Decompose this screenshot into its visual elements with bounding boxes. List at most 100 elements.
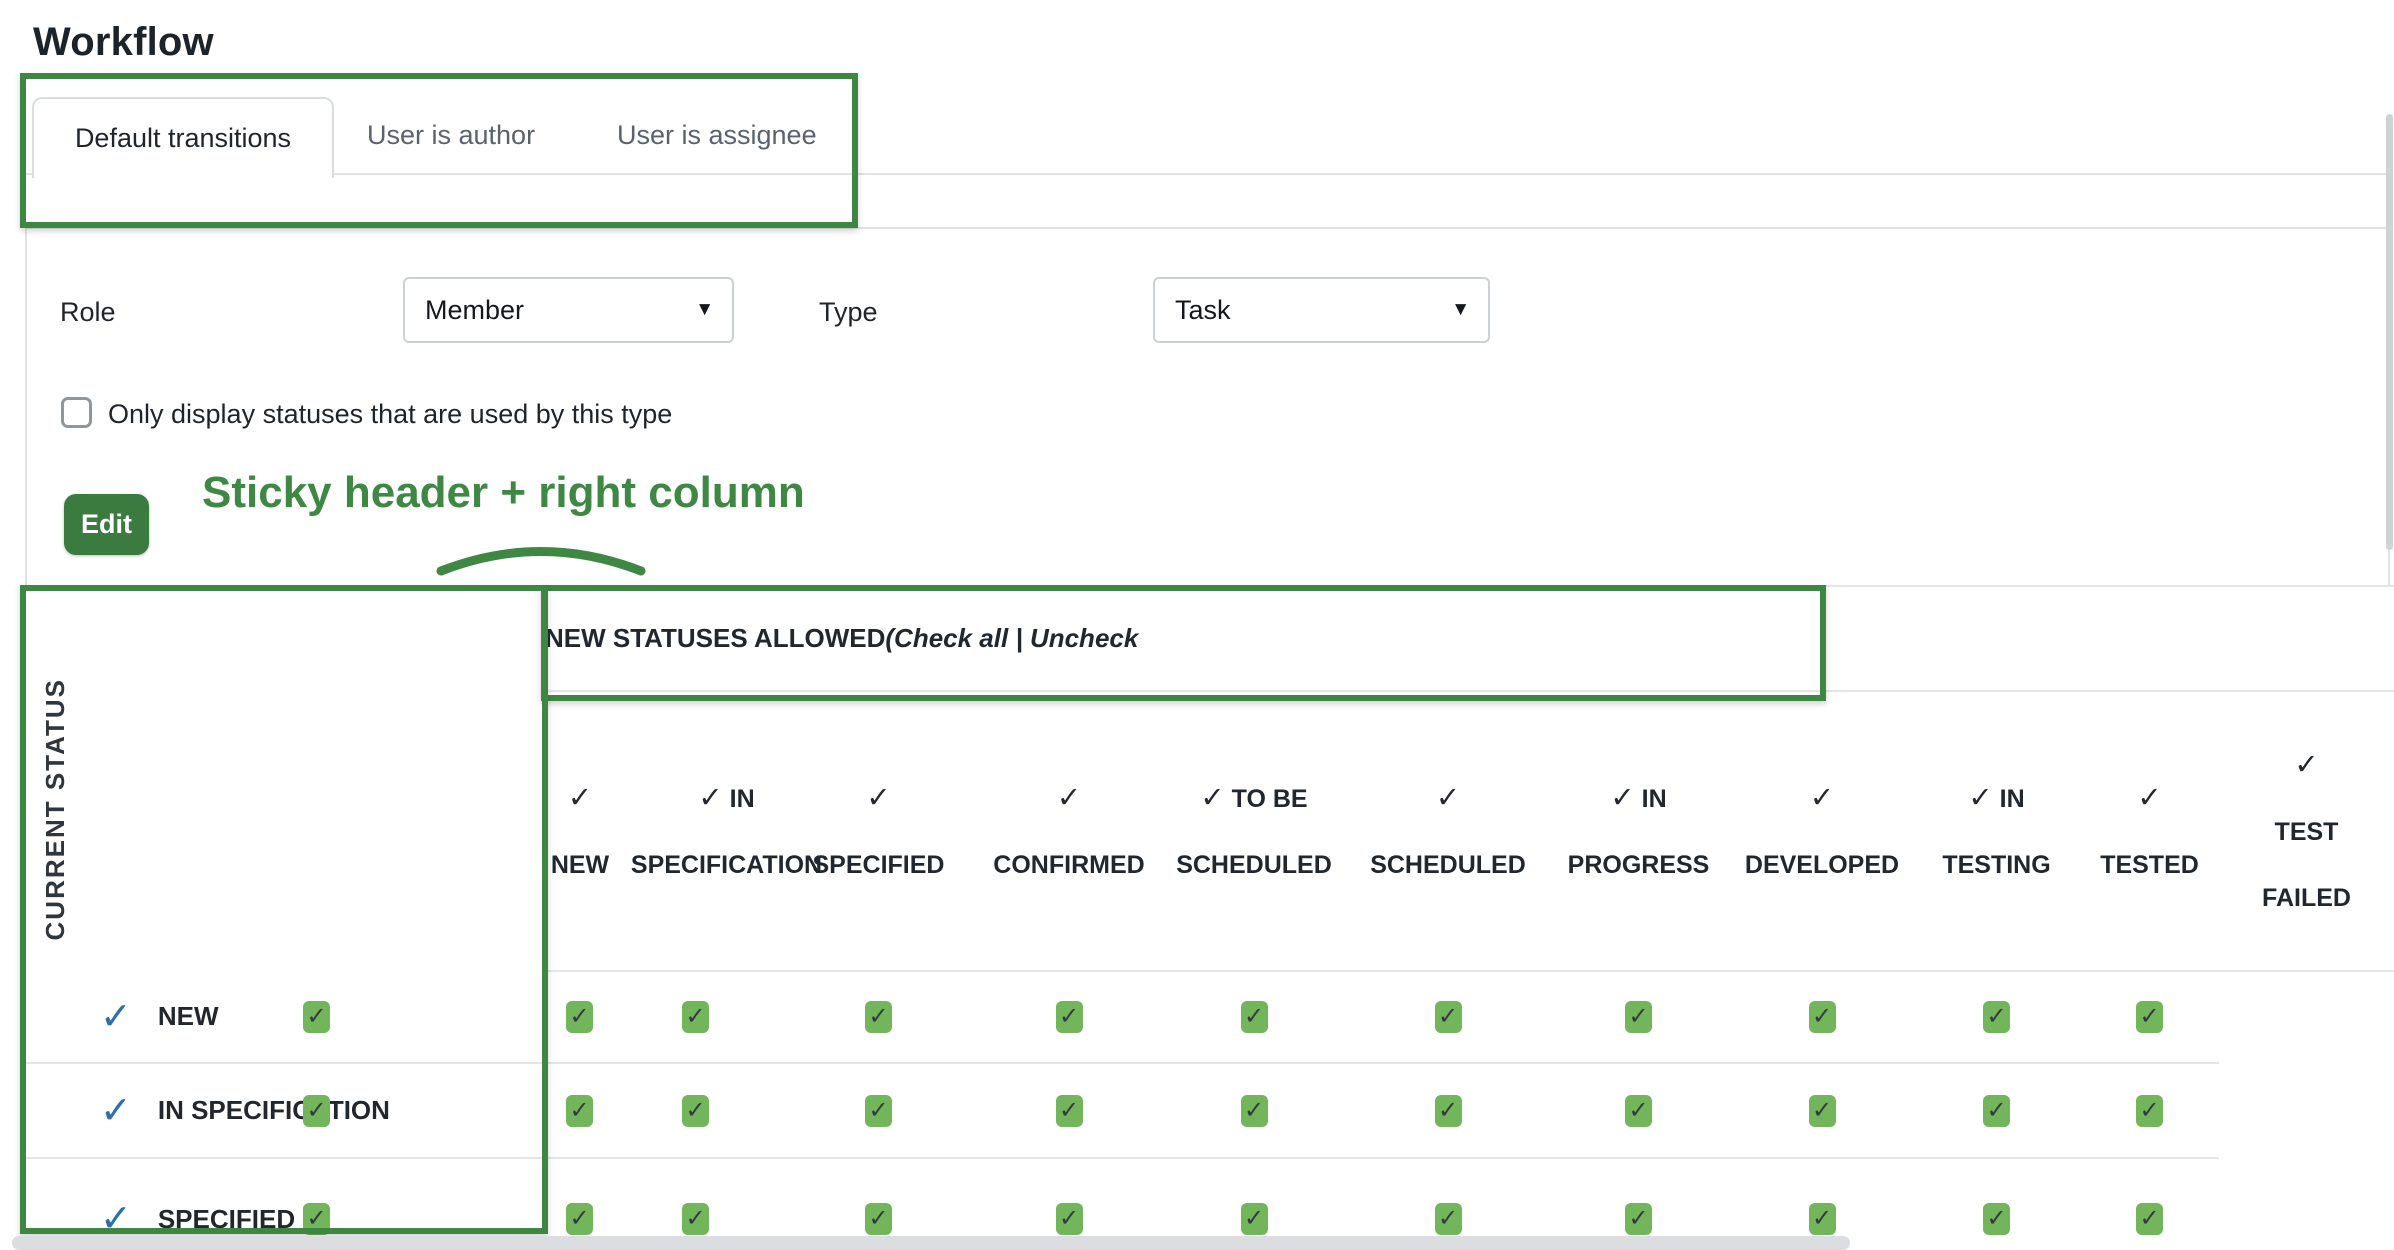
current-status-label: CURRENT STATUS [40,678,71,940]
row-check-icon: ✓ [100,1092,132,1130]
edit-button[interactable]: Edit [64,494,149,555]
column-check-icon[interactable]: ✓ [698,782,722,814]
matrix-cell: ✓ [1350,971,1546,1063]
transition-checkbox[interactable]: ✓ [1435,1095,1462,1127]
transition-checkbox[interactable]: ✓ [1435,1001,1462,1033]
transition-checkbox[interactable]: ✓ [566,1203,593,1235]
transition-checkbox[interactable]: ✓ [1809,1203,1836,1235]
transition-checkbox[interactable]: ✓ [1625,1203,1652,1235]
column-check-icon[interactable]: ✓ [1200,782,1224,814]
column-check-icon[interactable]: ✓ [1610,782,1634,814]
transition-checkbox[interactable]: ✓ [1241,1095,1268,1127]
type-select[interactable]: Task ▼ [1153,277,1490,343]
transition-checkbox[interactable]: ✓ [303,1001,330,1033]
column-check-icon[interactable]: ✓ [2137,782,2161,814]
matrix-cell: ✓ [2080,1158,2219,1250]
transition-checkbox[interactable]: ✓ [682,1001,709,1033]
transition-checkbox[interactable]: ✓ [2136,1095,2163,1127]
tab-user-is-author[interactable]: User is author [367,120,535,151]
matrix-cell: ✓ [2080,971,2219,1063]
only-display-label: Only display statuses that are used by t… [108,399,672,430]
row-label-text: NEW [158,1001,219,1032]
matrix-corner-spacer [88,586,545,971]
matrix-cell: ✓ [777,1063,980,1158]
type-select-value: Task [1175,295,1231,326]
transition-checkbox[interactable]: ✓ [1241,1001,1268,1033]
transition-checkbox[interactable]: ✓ [1056,1095,1083,1127]
column-header-tested: ✓TESTED [2080,691,2219,971]
transition-checkbox[interactable]: ✓ [303,1203,330,1235]
row-label-in-specification: ✓IN SPECIFICATION [23,1063,88,1158]
transition-checkbox[interactable]: ✓ [1983,1095,2010,1127]
transition-checkbox[interactable]: ✓ [1625,1095,1652,1127]
transition-checkbox[interactable]: ✓ [1625,1001,1652,1033]
transition-checkbox[interactable]: ✓ [865,1203,892,1235]
transition-checkbox[interactable]: ✓ [1809,1095,1836,1127]
transition-checkbox[interactable]: ✓ [566,1095,593,1127]
matrix-cell: ✓ [1731,971,1913,1063]
row-label-text: SPECIFIED [158,1204,295,1235]
transition-checkbox[interactable]: ✓ [1983,1203,2010,1235]
matrix-cell: ✓ [88,1063,545,1158]
column-header-new: ✓NEW [545,691,614,971]
transition-checkbox[interactable]: ✓ [1435,1203,1462,1235]
transition-checkbox[interactable]: ✓ [682,1203,709,1235]
transition-checkbox[interactable]: ✓ [1241,1203,1268,1235]
checkbox-check-icon: ✓ [2139,1099,2159,1123]
column-header-scheduled: ✓SCHEDULED [1350,691,1546,971]
column-check-icon[interactable]: ✓ [1968,782,1992,814]
checkbox-check-icon: ✓ [1438,1005,1458,1029]
role-select[interactable]: Member ▼ [403,277,734,343]
checkbox-check-icon: ✓ [1059,1099,1079,1123]
matrix-cell: ✓ [614,1063,777,1158]
checkbox-check-icon: ✓ [2139,1207,2159,1231]
row-check-icon: ✓ [100,1200,132,1238]
checkbox-check-icon: ✓ [685,1207,705,1231]
row-label-new: ✓NEW [23,971,88,1063]
column-check-icon[interactable]: ✓ [1810,782,1834,814]
transition-checkbox[interactable]: ✓ [2136,1203,2163,1235]
transition-checkbox[interactable]: ✓ [1809,1001,1836,1033]
checkbox-check-icon: ✓ [1059,1005,1079,1029]
chevron-down-icon: ▼ [695,299,714,321]
checkbox-check-icon: ✓ [868,1099,888,1123]
checkbox-check-icon: ✓ [868,1005,888,1029]
horizontal-scrollbar-thumb[interactable] [12,1236,1850,1250]
transition-checkbox[interactable]: ✓ [1056,1203,1083,1235]
checkbox-check-icon: ✓ [569,1099,589,1123]
current-status-header: CURRENT STATUS [23,586,88,971]
column-check-icon[interactable]: ✓ [2294,749,2318,781]
tabs-divider [25,173,2390,175]
only-display-checkbox[interactable] [61,397,92,428]
transition-checkbox[interactable]: ✓ [1983,1001,2010,1033]
workflow-table-container: CURRENT STATUS NEW STATUSES ALLOWED(Chec… [23,585,2394,1250]
transition-checkbox[interactable]: ✓ [1056,1001,1083,1033]
checkbox-check-icon: ✓ [1059,1207,1079,1231]
column-check-icon[interactable]: ✓ [1436,782,1460,814]
transition-checkbox[interactable]: ✓ [566,1001,593,1033]
checkbox-check-icon: ✓ [1812,1005,1832,1029]
column-header-confirmed: ✓CONFIRMED [980,691,1158,971]
vertical-scrollbar-thumb[interactable] [2386,114,2393,550]
check-all-uncheck-links[interactable]: (Check all | Uncheck [885,623,1138,653]
checkbox-check-icon: ✓ [569,1005,589,1029]
matrix-cell: ✓ [614,971,777,1063]
tab-default-transitions[interactable]: Default transitions [32,97,334,178]
column-check-icon[interactable]: ✓ [568,782,592,814]
checkbox-check-icon: ✓ [1244,1005,1264,1029]
tab-user-is-assignee[interactable]: User is assignee [617,120,817,151]
workflow-table: CURRENT STATUS NEW STATUSES ALLOWED(Chec… [23,585,2394,1250]
allowed-header-text: NEW STATUSES ALLOWED [545,623,885,653]
column-header-in-specification: ✓ INSPECIFICATION [614,691,777,971]
transition-checkbox[interactable]: ✓ [2136,1001,2163,1033]
column-header-specified: ✓SPECIFIED [777,691,980,971]
transition-checkbox[interactable]: ✓ [865,1095,892,1127]
transition-checkbox[interactable]: ✓ [682,1095,709,1127]
column-check-icon[interactable]: ✓ [1057,782,1081,814]
checkbox-check-icon: ✓ [868,1207,888,1231]
column-check-icon[interactable]: ✓ [866,782,890,814]
transition-checkbox[interactable]: ✓ [303,1095,330,1127]
transition-checkbox[interactable]: ✓ [865,1001,892,1033]
matrix-cell: ✓ [88,971,545,1063]
matrix-cell: ✓ [1546,971,1731,1063]
